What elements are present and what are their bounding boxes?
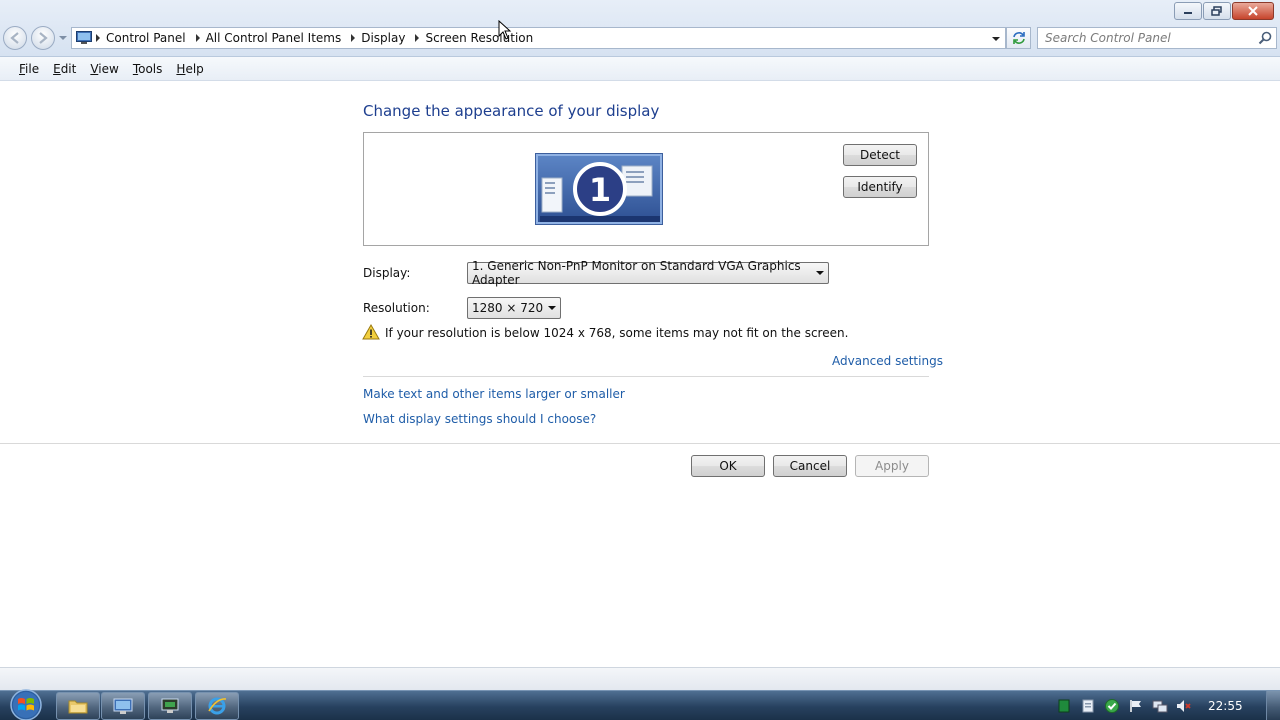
close-icon bbox=[1248, 6, 1258, 16]
minimize-icon bbox=[1184, 12, 1192, 14]
tray-document-icon[interactable] bbox=[1080, 698, 1096, 714]
identify-button[interactable]: Identify bbox=[843, 176, 917, 198]
breadcrumb-separator-icon[interactable] bbox=[411, 27, 423, 49]
back-button[interactable] bbox=[3, 26, 27, 50]
resolution-warning: If your resolution is below 1024 x 768, … bbox=[385, 326, 849, 340]
mouse-cursor-icon bbox=[498, 20, 512, 40]
arrow-right-icon bbox=[39, 32, 48, 44]
menu-file[interactable]: File bbox=[12, 62, 46, 76]
taskbar-explorer-button[interactable] bbox=[56, 692, 100, 720]
show-desktop-button[interactable] bbox=[1266, 691, 1280, 720]
display-label: Display: bbox=[363, 266, 411, 280]
content-area: Change the appearance of your display 1 … bbox=[0, 81, 1280, 667]
menu-view[interactable]: View bbox=[83, 62, 125, 76]
search-box[interactable] bbox=[1037, 27, 1277, 49]
menu-tools[interactable]: Tools bbox=[126, 62, 170, 76]
monitor-arrangement-panel: 1 Detect Identify bbox=[363, 132, 929, 246]
text-size-link[interactable]: Make text and other items larger or smal… bbox=[363, 387, 625, 401]
forward-button[interactable] bbox=[31, 26, 55, 50]
resolution-select-value: 1280 × 720 bbox=[472, 301, 544, 315]
search-icon[interactable] bbox=[1258, 31, 1272, 45]
window-titlebar: Control Panel All Control Panel Items Di… bbox=[0, 0, 1280, 57]
resolution-select[interactable]: 1280 × 720 bbox=[467, 297, 561, 319]
breadcrumb-separator-icon[interactable] bbox=[192, 27, 204, 49]
status-bar bbox=[0, 667, 1280, 690]
resolution-label: Resolution: bbox=[363, 301, 430, 315]
control-panel-icon bbox=[76, 31, 92, 44]
control-panel-icon bbox=[113, 698, 133, 714]
breadcrumb-control-panel[interactable]: Control Panel bbox=[104, 31, 192, 45]
recent-pages-chevron-icon[interactable] bbox=[59, 33, 67, 43]
taskbar: 22:55 bbox=[0, 689, 1280, 720]
monitor-number: 1 bbox=[589, 171, 611, 209]
chevron-down-icon bbox=[816, 271, 824, 275]
search-input[interactable] bbox=[1038, 28, 1253, 48]
menu-help[interactable]: Help bbox=[169, 62, 210, 76]
arrow-left-icon bbox=[10, 32, 19, 44]
taskbar-display-button[interactable] bbox=[148, 692, 192, 720]
apply-button[interactable]: Apply bbox=[855, 455, 929, 477]
breadcrumb-separator-icon[interactable] bbox=[347, 27, 359, 49]
display-select[interactable]: 1. Generic Non-PnP Monitor on Standard V… bbox=[467, 259, 829, 287]
cancel-button[interactable]: Cancel bbox=[773, 455, 847, 477]
minimize-button[interactable] bbox=[1174, 2, 1202, 20]
chevron-down-icon[interactable] bbox=[989, 32, 1003, 46]
maximize-button[interactable] bbox=[1203, 2, 1231, 20]
display-help-link[interactable]: What display settings should I choose? bbox=[363, 412, 596, 426]
caption-buttons bbox=[1174, 2, 1274, 20]
ok-button[interactable]: OK bbox=[691, 455, 765, 477]
page-title: Change the appearance of your display bbox=[363, 102, 660, 120]
address-bar[interactable]: Control Panel All Control Panel Items Di… bbox=[71, 27, 1006, 49]
start-button[interactable] bbox=[6, 689, 46, 720]
taskbar-control-panel-button[interactable] bbox=[101, 692, 145, 720]
folder-icon bbox=[68, 700, 88, 714]
close-button[interactable] bbox=[1232, 2, 1274, 20]
taskbar-internet-explorer-button[interactable] bbox=[195, 692, 239, 720]
volume-muted-icon[interactable] bbox=[1176, 698, 1192, 714]
menu-bar: File Edit View Tools Help bbox=[0, 57, 1280, 81]
restore-icon bbox=[1211, 6, 1222, 16]
tray-green-app-icon[interactable] bbox=[1056, 698, 1072, 714]
network-icon[interactable] bbox=[1152, 698, 1168, 714]
display-settings-icon bbox=[161, 698, 179, 713]
refresh-button[interactable] bbox=[1006, 27, 1031, 49]
tray-security-check-icon[interactable] bbox=[1104, 698, 1120, 714]
divider bbox=[0, 443, 1280, 444]
internet-explorer-icon bbox=[208, 697, 227, 715]
breadcrumb-all-items[interactable]: All Control Panel Items bbox=[204, 31, 348, 45]
advanced-settings-link[interactable]: Advanced settings bbox=[832, 354, 943, 368]
refresh-icon bbox=[1012, 32, 1025, 44]
monitor-desktop-icon: 1 bbox=[540, 162, 660, 222]
display-select-value: 1. Generic Non-PnP Monitor on Standard V… bbox=[472, 259, 801, 287]
chevron-down-icon bbox=[548, 306, 556, 310]
action-center-flag-icon[interactable] bbox=[1128, 698, 1144, 714]
taskbar-clock[interactable]: 22:55 bbox=[1208, 699, 1243, 713]
monitor-thumbnail[interactable]: 1 bbox=[535, 153, 663, 225]
breadcrumb-screen-resolution[interactable]: Screen Resolution bbox=[423, 31, 539, 45]
divider bbox=[363, 376, 929, 377]
menu-edit[interactable]: Edit bbox=[46, 62, 83, 76]
breadcrumb-separator-icon[interactable] bbox=[92, 27, 104, 49]
breadcrumb-display[interactable]: Display bbox=[359, 31, 411, 45]
detect-button[interactable]: Detect bbox=[843, 144, 917, 166]
warning-icon bbox=[362, 324, 380, 340]
system-tray bbox=[1050, 691, 1200, 720]
